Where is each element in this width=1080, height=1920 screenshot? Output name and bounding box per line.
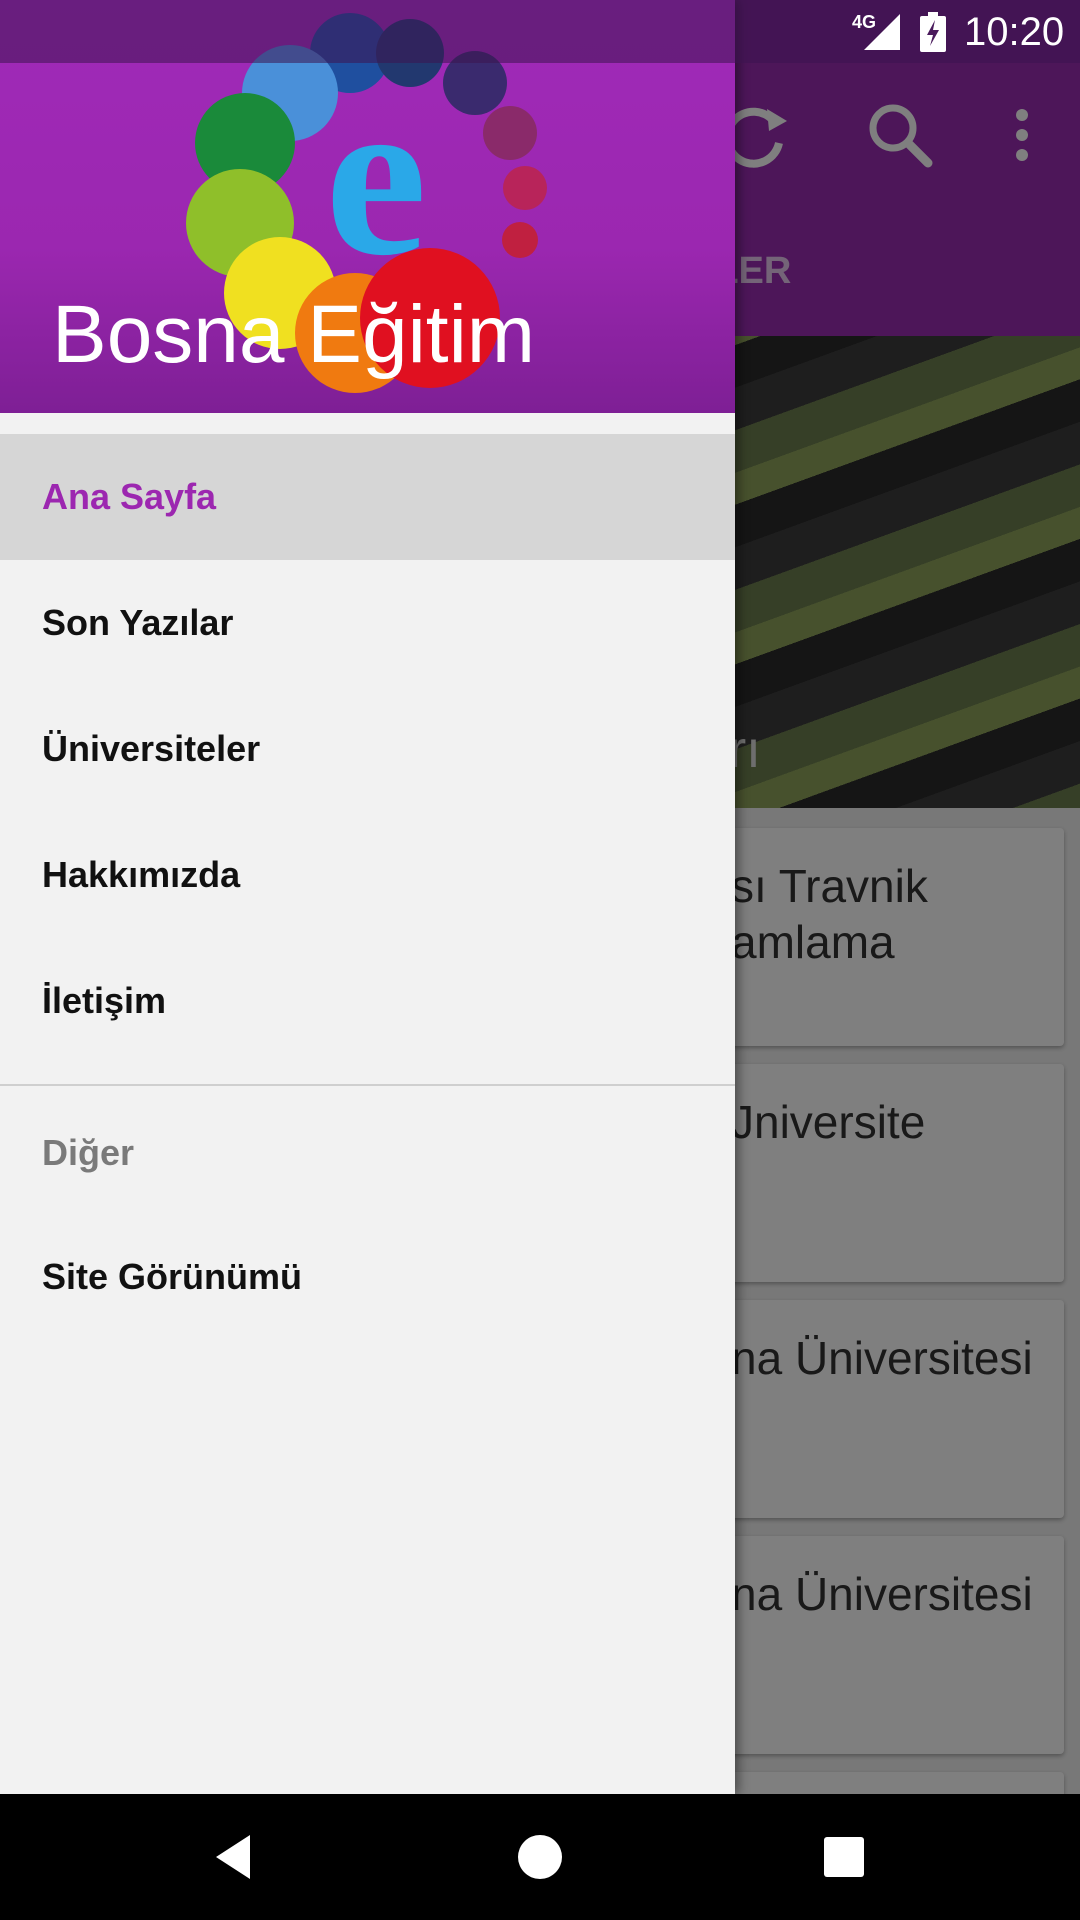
menu-item-iletisim[interactable]: İletişim <box>0 938 735 1064</box>
menu-item-label: Son Yazılar <box>42 602 234 643</box>
menu-divider <box>0 1084 735 1086</box>
status-bar: 4G 10:20 <box>0 0 1080 63</box>
menu-item-label: Hakkımızda <box>42 854 241 895</box>
menu-item-label: Ana Sayfa <box>42 476 217 517</box>
navigation-drawer: e Bosna Eğitim Ana Sayfa Son Yazılar Üni… <box>0 0 735 1794</box>
menu-item-hakkimizda[interactable]: Hakkımızda <box>0 812 735 938</box>
home-icon[interactable] <box>510 1827 570 1887</box>
back-icon[interactable] <box>206 1827 266 1887</box>
logo-letter: e <box>325 48 427 303</box>
menu-item-label: İletişim <box>42 980 167 1021</box>
signal-icon <box>864 14 900 50</box>
menu-item-son-yazilar[interactable]: Son Yazılar <box>0 560 735 686</box>
menu-item-ana-sayfa[interactable]: Ana Sayfa <box>0 434 735 560</box>
recents-icon[interactable] <box>814 1827 874 1887</box>
menu-section-header: Diğer <box>42 1132 135 1173</box>
menu-item-universiteler[interactable]: Üniversiteler <box>0 686 735 812</box>
system-nav-bar <box>0 1794 1080 1920</box>
menu-item-site-gorunumu[interactable]: Site Görünümü <box>0 1214 735 1340</box>
battery-charging-icon <box>920 12 946 52</box>
menu-item-label: Site Görünümü <box>42 1256 302 1297</box>
menu-item-label: Üniversiteler <box>42 728 261 769</box>
drawer-title: Bosna Eğitim <box>52 289 536 380</box>
clock: 10:20 <box>964 10 1065 54</box>
